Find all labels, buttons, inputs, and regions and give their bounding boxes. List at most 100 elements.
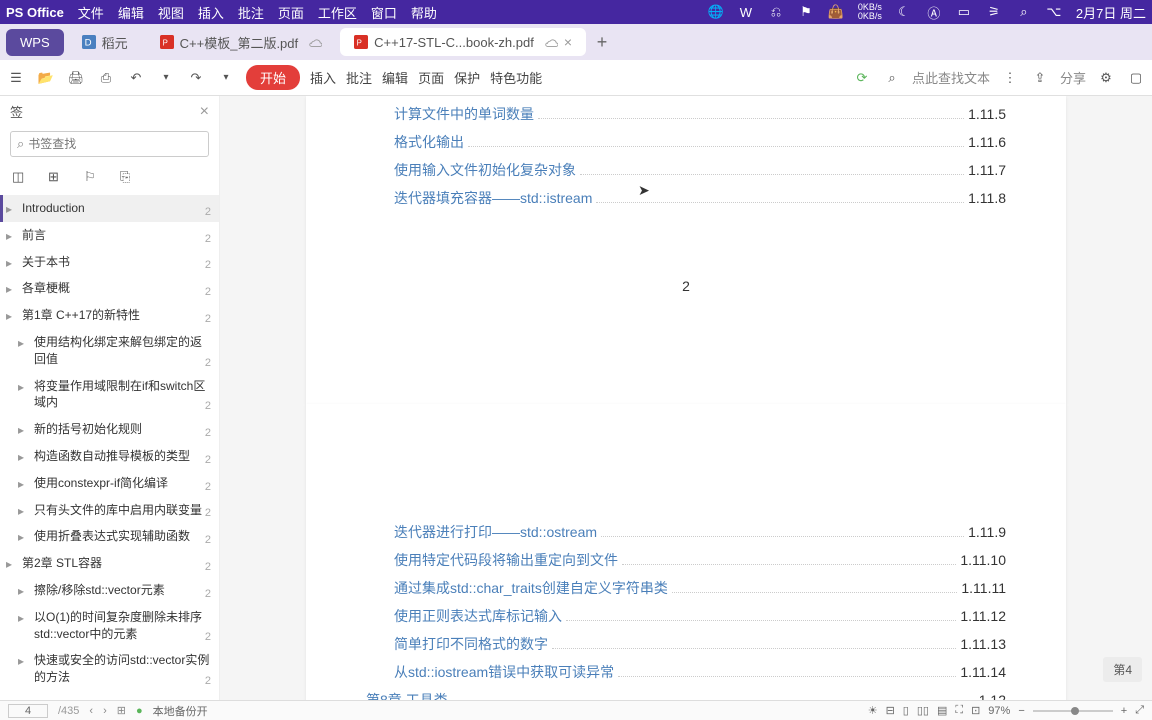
battery-icon[interactable]: ▭ — [956, 4, 972, 20]
bookmark-item[interactable]: ▸前言2 — [0, 222, 219, 249]
bookmark-item[interactable]: ▸使用结构化绑定来解包绑定的返回值2 — [0, 329, 219, 373]
toc-link[interactable]: 通过集成std::char_traits创建自定义字符串类 — [394, 578, 668, 598]
search-icon[interactable]: ⌕ — [882, 68, 902, 88]
toc-link[interactable]: 简单打印不同格式的数字 — [394, 634, 548, 654]
ruler-icon[interactable]: ⊟ — [886, 704, 895, 717]
tab-start[interactable]: 开始 — [246, 65, 300, 90]
bookmark-outline-icon[interactable]: ◫ — [12, 169, 30, 187]
print-icon[interactable]: 🖨 — [66, 68, 86, 88]
bookmark-item[interactable]: ▸第1章 C++17的新特性2 — [0, 302, 219, 329]
bookmark-item[interactable]: ▸构造函数自动推导模板的类型2 — [0, 443, 219, 470]
datetime[interactable]: 2月7日 周二 — [1076, 3, 1146, 22]
toc-link[interactable]: 迭代器填充容器——std::istream — [394, 188, 592, 208]
bookmark-item[interactable]: ▸只有头文件的库中启用内联变量2 — [0, 497, 219, 524]
toc-link[interactable]: 第8章 工具类 — [366, 690, 448, 700]
close-tab-icon[interactable]: × — [564, 34, 572, 50]
tab-cpp-template[interactable]: P C++模板_第二版.pdf — [146, 27, 337, 58]
gear-icon[interactable]: ⚙ — [1096, 68, 1116, 88]
tab-protect[interactable]: 保护 — [454, 68, 480, 87]
view-single-icon[interactable]: ▯ — [903, 704, 909, 717]
bookmark-item[interactable]: ▸使用折叠表达式实现辅助函数2 — [0, 523, 219, 550]
share-label[interactable]: 分享 — [1060, 68, 1086, 87]
bookmark-item[interactable]: ▸新的括号初始化规则2 — [0, 416, 219, 443]
redo-icon[interactable]: ↷ — [186, 68, 206, 88]
bookmark-item[interactable]: ▸快速或安全的访问std::vector实例的方法2 — [0, 647, 219, 691]
input-method-icon[interactable]: Ⓐ — [926, 4, 942, 20]
bookmark-add-icon[interactable]: ⊞ — [48, 169, 66, 187]
bookmark-menubar-icon[interactable]: ⎌ — [768, 4, 784, 20]
bookmark-search-input[interactable] — [28, 137, 202, 151]
toc-link[interactable]: 使用输入文件初始化复杂对象 — [394, 160, 576, 180]
bookmark-flag-icon[interactable]: ⚐ — [84, 169, 102, 187]
page-input[interactable]: 4 — [8, 704, 48, 718]
menu-workspace[interactable]: 工作区 — [318, 3, 357, 22]
bookmark-item[interactable]: ▸各章梗概2 — [0, 275, 219, 302]
menu-file[interactable]: 文件 — [78, 3, 104, 22]
menu-view[interactable]: 视图 — [158, 3, 184, 22]
prev-page-icon[interactable]: ‹ — [89, 705, 93, 717]
menu-insert[interactable]: 插入 — [198, 3, 224, 22]
page-jump-button[interactable]: 第4 — [1103, 657, 1142, 682]
more-icon[interactable]: ⋮ — [1000, 68, 1020, 88]
menu-page[interactable]: 页面 — [278, 3, 304, 22]
folder-open-icon[interactable]: 📂 — [36, 68, 56, 88]
toc-link[interactable]: 使用正则表达式库标记输入 — [394, 606, 562, 626]
tab-page[interactable]: 页面 — [418, 68, 444, 87]
toc-link[interactable]: 计算文件中的单词数量 — [394, 104, 534, 124]
tab-wps-home[interactable]: WPS — [6, 29, 64, 56]
zoom-value[interactable]: 97% — [988, 705, 1010, 717]
tab-features[interactable]: 特色功能 — [490, 68, 542, 87]
tab-daoyuan[interactable]: D 稻元 — [68, 27, 142, 58]
chevron-down-icon[interactable]: ▾ — [216, 68, 236, 88]
tab-insert[interactable]: 插入 — [310, 68, 336, 87]
toc-link[interactable]: 迭代器进行打印——std::ostream — [394, 522, 597, 542]
search-menubar-icon[interactable]: ⌕ — [1016, 4, 1032, 20]
new-tab-button[interactable]: + — [590, 30, 614, 54]
fullscreen-icon[interactable]: ⛶ — [955, 704, 963, 717]
chevron-down-icon[interactable]: ▾ — [156, 68, 176, 88]
toc-link[interactable]: 从std::iostream错误中获取可读异常 — [394, 662, 614, 682]
wifi-icon[interactable]: ⚞ — [986, 4, 1002, 20]
moon-icon[interactable]: ☾ — [896, 4, 912, 20]
view-continuous-icon[interactable]: ▤ — [937, 704, 947, 717]
bookmark-item[interactable]: ▸以O(1)的时间复杂度删除未排序std::vector中的元素2 — [0, 604, 219, 648]
panel-icon[interactable]: ▢ — [1126, 68, 1146, 88]
flag-icon[interactable]: ⚑ — [798, 4, 814, 20]
control-center-icon[interactable]: ⌥ — [1046, 4, 1062, 20]
search-text-hint[interactable]: 点此查找文本 — [912, 68, 990, 87]
tab-annotate[interactable]: 批注 — [346, 68, 372, 87]
tab-edit[interactable]: 编辑 — [382, 68, 408, 87]
toc-link[interactable]: 格式化输出 — [394, 132, 464, 152]
menu-window[interactable]: 窗口 — [371, 3, 397, 22]
next-page-icon[interactable]: › — [103, 705, 107, 717]
w-icon[interactable]: W — [738, 4, 754, 20]
local-backup-label[interactable]: 本地备份开 — [153, 703, 208, 719]
bookmark-item[interactable]: ▸将变量作用域限制在if和switch区域内2 — [0, 373, 219, 417]
bookmark-search[interactable]: ⌕ — [10, 131, 209, 157]
tab-cpp17-stl[interactable]: P C++17-STL-C...book-zh.pdf × — [340, 28, 586, 56]
zoom-out-icon[interactable]: − — [1018, 705, 1024, 717]
zoom-in-icon[interactable]: + — [1121, 705, 1127, 717]
menu-edit[interactable]: 编辑 — [118, 3, 144, 22]
view-double-icon[interactable]: ▯▯ — [917, 704, 929, 717]
sidebar-tab-label[interactable]: 签 — [10, 102, 23, 121]
bookmark-item[interactable]: ▸使用constexpr-if简化编译2 — [0, 470, 219, 497]
toc-link[interactable]: 使用特定代码段将输出重定向到文件 — [394, 550, 618, 570]
menu-annotate[interactable]: 批注 — [238, 3, 264, 22]
close-sidebar-icon[interactable]: × — [200, 103, 209, 121]
document-viewport[interactable]: ➤ 计算文件中的单词数量1.11.5格式化输出1.11.6使用输入文件初始化复杂… — [220, 96, 1152, 700]
layout-icon[interactable]: ⊞ — [117, 704, 126, 717]
bookmark-item[interactable]: ▸第2章 STL容器2 — [0, 550, 219, 577]
circle-icon[interactable]: ● — [136, 705, 143, 717]
menu-help[interactable]: 帮助 — [411, 3, 437, 22]
expand-icon[interactable]: ⤢ — [1135, 704, 1144, 717]
share-icon[interactable]: ⇪ — [1030, 68, 1050, 88]
undo-icon[interactable]: ↶ — [126, 68, 146, 88]
bookmark-item[interactable]: ▸擦除/移除std::vector元素2 — [0, 577, 219, 604]
bookmark-save-icon[interactable]: ⎘ — [120, 169, 138, 187]
menu-icon[interactable]: ☰ — [6, 68, 26, 88]
zoom-slider[interactable] — [1033, 710, 1113, 712]
globe-icon[interactable]: 🌐 — [708, 4, 724, 20]
bag-icon[interactable]: 👜 — [828, 4, 844, 20]
brightness-icon[interactable]: ☀ — [868, 704, 878, 717]
